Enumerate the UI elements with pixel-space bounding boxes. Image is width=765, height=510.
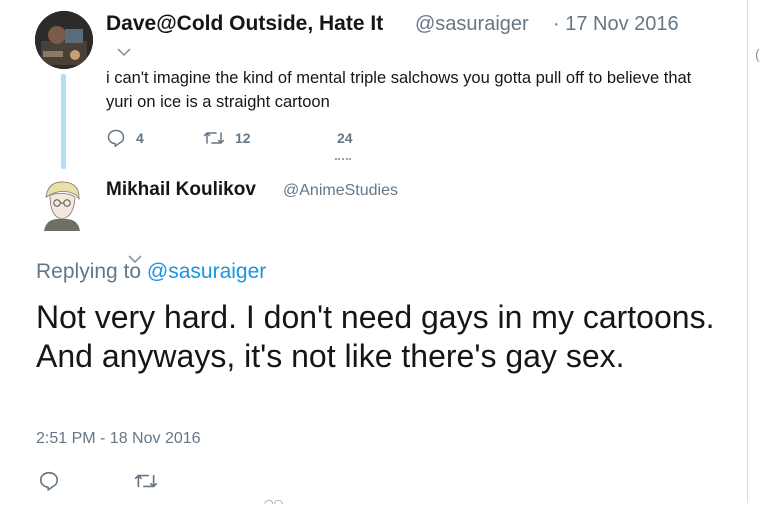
author-display-name[interactable]: Dave@Cold Outside, Hate It xyxy=(106,12,383,36)
author-display-name[interactable]: Mikhail Koulikov xyxy=(106,179,256,201)
like-icon xyxy=(335,158,351,162)
thread-connector xyxy=(61,74,66,169)
retweet-button[interactable]: 12 xyxy=(203,128,251,148)
reply-icon xyxy=(106,128,126,148)
chevron-down-icon[interactable] xyxy=(128,254,142,264)
author-handle[interactable]: @sasuraiger xyxy=(415,13,529,36)
like-count[interactable]: 24 xyxy=(337,130,353,146)
avatar[interactable] xyxy=(36,177,88,231)
retweet-icon xyxy=(134,470,158,492)
edge-fragment: ( xyxy=(755,46,760,62)
retweet-count: 12 xyxy=(235,130,251,146)
replying-to-label: Replying to xyxy=(36,260,142,283)
retweet-button[interactable] xyxy=(134,470,158,492)
tweet-text: Not very hard. I don't need gays in my c… xyxy=(36,299,715,374)
reply-button[interactable]: 4 xyxy=(106,128,144,148)
avatar[interactable] xyxy=(35,11,93,69)
tweet-text: i can't imagine the kind of mental tripl… xyxy=(106,69,692,111)
mention-link[interactable]: @sasuraiger xyxy=(147,260,266,283)
window-edge-divider xyxy=(747,0,748,503)
tweet-date[interactable]: · 17 Nov 2016 xyxy=(553,13,679,36)
tweet-timestamp[interactable]: 2:51 PM - 18 Nov 2016 xyxy=(36,430,201,448)
reply-button[interactable] xyxy=(38,470,60,492)
retweet-icon xyxy=(203,128,225,148)
reply-icon xyxy=(38,470,60,492)
like-icon[interactable]: ◠◠ xyxy=(264,497,283,510)
replying-to-line: Replying to @sasuraiger xyxy=(36,260,266,284)
chevron-down-icon[interactable] xyxy=(117,47,131,57)
author-handle[interactable]: @AnimeStudies xyxy=(283,182,398,200)
reply-count: 4 xyxy=(136,130,144,146)
